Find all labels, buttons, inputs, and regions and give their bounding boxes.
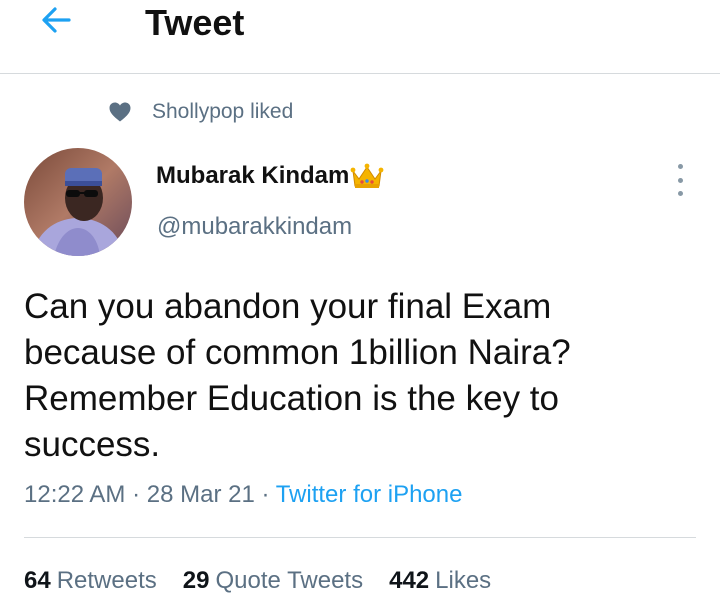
social-context: Shollypop liked [108, 98, 293, 126]
quote-tweets-label: Quote Tweets [215, 567, 364, 594]
likes-stat[interactable]: 442 Likes [389, 567, 491, 595]
retweets-stat[interactable]: 64 Retweets [24, 567, 157, 595]
avatar[interactable] [24, 148, 132, 256]
quote-tweets-count: 29 [182, 567, 210, 594]
divider [24, 537, 696, 538]
arrow-left-icon[interactable] [38, 2, 74, 38]
likes-count: 442 [389, 567, 430, 594]
tweet-text: Can you abandon your final Exam because … [24, 287, 571, 464]
more-options-button[interactable] [668, 164, 692, 196]
meta-separator: · [261, 481, 270, 508]
retweets-count: 64 [24, 567, 51, 594]
tweet-date[interactable]: 28 Mar 21 [147, 481, 255, 508]
likes-label: Likes [435, 567, 492, 594]
back-button[interactable] [36, 0, 76, 40]
social-context-text[interactable]: Shollypop liked [152, 100, 293, 124]
heart-icon [109, 102, 131, 122]
more-vertical-icon-dot [677, 164, 683, 169]
tweet-stats: 64 Retweets 29 Quote Tweets 442 Likes [24, 567, 491, 595]
tweet-source-link[interactable]: Twitter for iPhone [276, 481, 463, 508]
quote-tweets-stat[interactable]: 29 Quote Tweets [183, 567, 363, 595]
page-title: Tweet [145, 2, 245, 43]
retweets-label: Retweets [56, 567, 157, 594]
author-handle[interactable]: @mubarakkindam [157, 213, 352, 241]
more-vertical-icon-dot [677, 191, 683, 196]
author-name-row[interactable]: Mubarak Kindam [156, 162, 384, 190]
crown-icon [350, 163, 384, 188]
more-vertical-icon-dot [677, 177, 683, 183]
meta-separator: · [132, 481, 141, 508]
top-bar: Tweet [0, 0, 720, 74]
avatar-photo [24, 148, 132, 256]
author-name[interactable]: Mubarak Kindam [156, 162, 349, 190]
tweet-time[interactable]: 12:22 AM [24, 481, 125, 508]
tweet-meta: 12:22 AM · 28 Mar 21 · Twitter for iPhon… [24, 481, 462, 509]
